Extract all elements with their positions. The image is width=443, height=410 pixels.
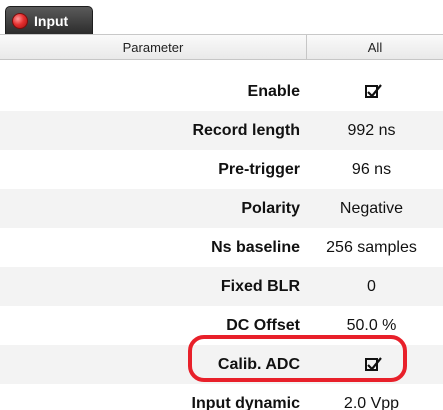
param-value[interactable]: 256 samples bbox=[300, 239, 443, 257]
row-calib-adc: Calib. ADC bbox=[0, 345, 443, 384]
param-value[interactable]: 992 ns bbox=[300, 122, 443, 140]
param-label: Polarity bbox=[241, 199, 300, 217]
row-ns-baseline: Ns baseline 256 samples bbox=[0, 228, 443, 267]
input-panel: Input Parameter All Enable Record length… bbox=[0, 0, 443, 410]
header-all[interactable]: All bbox=[307, 35, 443, 59]
param-label: Pre-trigger bbox=[218, 160, 300, 178]
header-parameter[interactable]: Parameter bbox=[0, 35, 307, 59]
row-polarity: Polarity Negative bbox=[0, 189, 443, 228]
row-pre-trigger: Pre-trigger 96 ns bbox=[0, 150, 443, 189]
enable-checkbox[interactable] bbox=[300, 83, 443, 101]
param-value[interactable]: 2.0 Vpp bbox=[300, 395, 443, 410]
param-label: Record length bbox=[192, 121, 300, 139]
tab-strip: Input bbox=[0, 0, 443, 35]
param-value[interactable]: 0 bbox=[300, 278, 443, 296]
calib-adc-checkbox[interactable] bbox=[300, 356, 443, 374]
row-record-length: Record length 992 ns bbox=[0, 111, 443, 150]
table-header: Parameter All bbox=[0, 35, 443, 60]
param-label: Enable bbox=[247, 82, 300, 100]
status-led-icon bbox=[12, 12, 28, 29]
param-label: Ns baseline bbox=[211, 238, 300, 256]
row-fixed-blr: Fixed BLR 0 bbox=[0, 267, 443, 306]
param-label: Calib. ADC bbox=[217, 355, 300, 373]
param-value[interactable]: 50.0 % bbox=[300, 317, 443, 335]
checkbox-checked-icon[interactable] bbox=[365, 84, 382, 98]
parameter-table: Enable Record length 992 ns Pre-trigger … bbox=[0, 72, 443, 410]
param-label: Input dynamic bbox=[191, 394, 300, 410]
param-label: DC Offset bbox=[226, 316, 300, 334]
param-label: Fixed BLR bbox=[220, 277, 300, 295]
row-input-dynamic: Input dynamic 2.0 Vpp bbox=[0, 384, 443, 410]
row-enable: Enable bbox=[0, 72, 443, 111]
row-dc-offset: DC Offset 50.0 % bbox=[0, 306, 443, 345]
tab-input-label: Input bbox=[34, 12, 69, 29]
checkbox-checked-icon[interactable] bbox=[365, 357, 382, 371]
param-value[interactable]: 96 ns bbox=[300, 161, 443, 179]
param-value[interactable]: Negative bbox=[300, 200, 443, 218]
tab-input[interactable]: Input bbox=[5, 6, 93, 34]
